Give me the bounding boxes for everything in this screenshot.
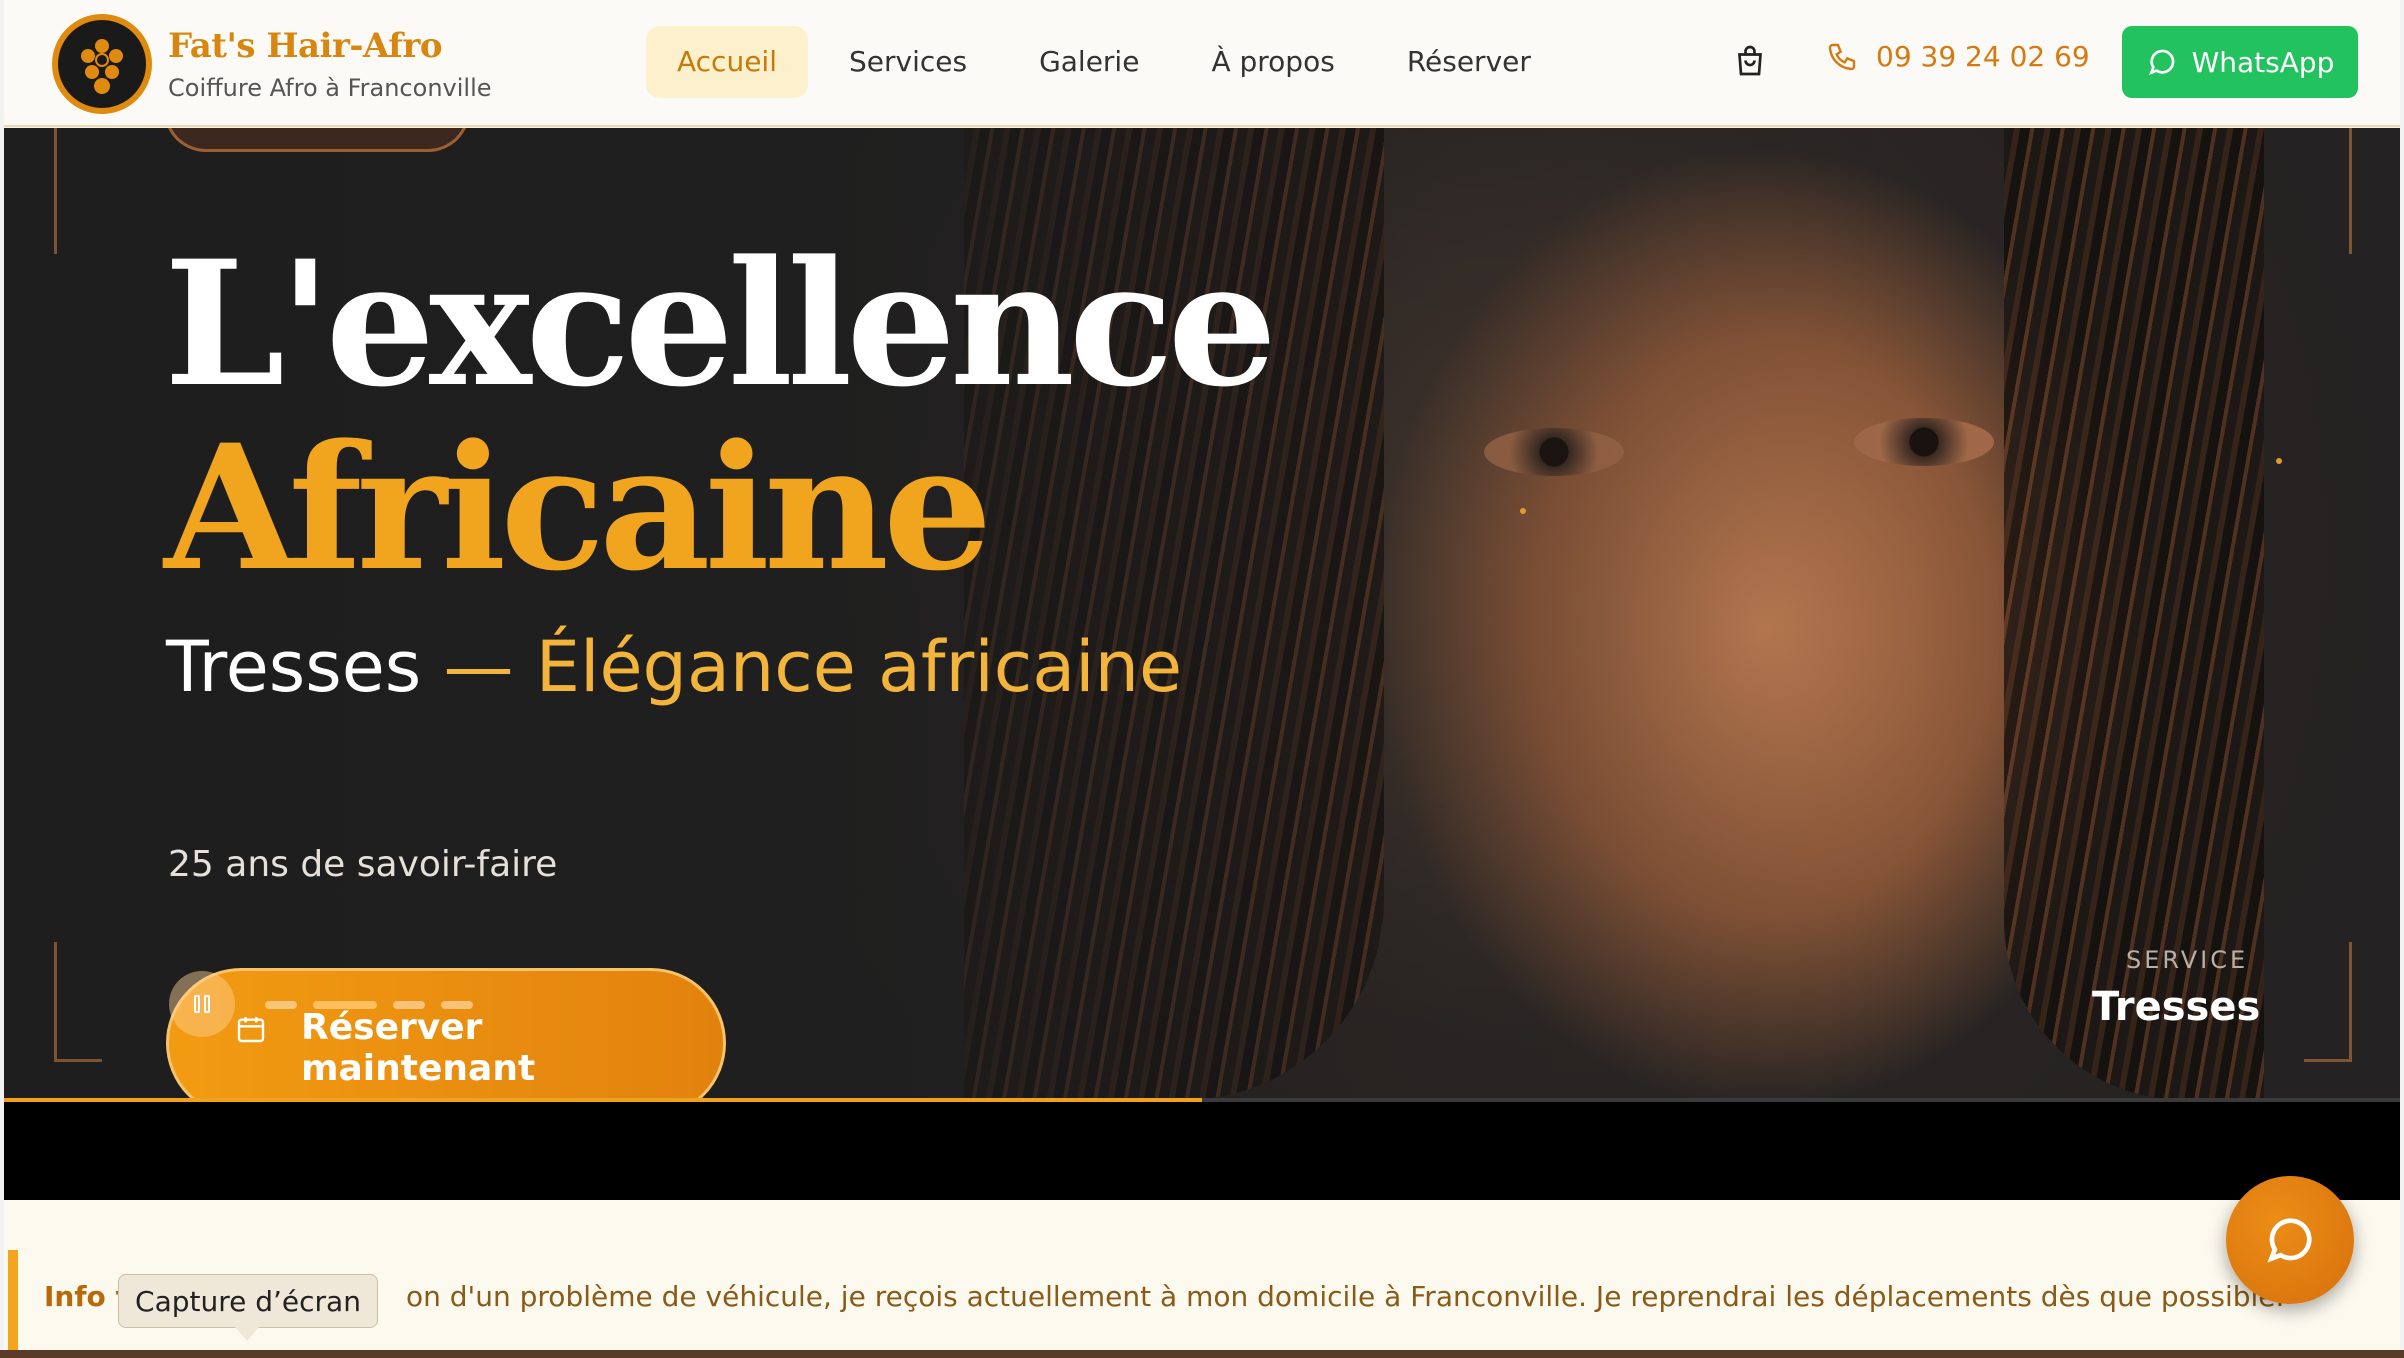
- phone-icon: [1828, 43, 1856, 70]
- info-banner-title: Info t: [44, 1280, 129, 1313]
- info-banner-accent: [8, 1250, 18, 1350]
- hero-subtitle-sep: —: [421, 626, 536, 708]
- frame-corner: [2304, 942, 2352, 1062]
- pause-icon: [194, 995, 210, 1013]
- nav-item-galerie[interactable]: Galerie: [1008, 26, 1170, 98]
- brand-name: Fat's Hair-Afro: [168, 26, 442, 66]
- chat-bubble-icon: [2148, 49, 2174, 75]
- nav-item-accueil[interactable]: Accueil: [646, 26, 808, 98]
- page-bottom-edge: [0, 1350, 2404, 1358]
- info-banner-text: on d'un problème de véhicule, je reçois …: [406, 1280, 2285, 1313]
- nav-item-reserver[interactable]: Réserver: [1376, 26, 1562, 98]
- phone-link[interactable]: 09 39 24 02 69: [1826, 40, 2090, 73]
- decor-dot: [1520, 508, 1526, 514]
- slide-indicator[interactable]: [265, 1001, 297, 1009]
- main-nav: Accueil Services Galerie À propos Réserv…: [646, 26, 1572, 98]
- service-caption-value: Tresses: [2092, 984, 2261, 1030]
- section-divider: [4, 1102, 2400, 1200]
- frame-corner: [2304, 128, 2352, 254]
- hero-headline-line2: Africaine: [164, 406, 992, 609]
- service-caption-label: SERVICE: [2126, 946, 2249, 974]
- book-now-label: Réserver maintenant: [301, 1007, 536, 1089]
- nav-item-a-propos[interactable]: À propos: [1180, 26, 1365, 98]
- chat-button[interactable]: [2226, 1176, 2354, 1304]
- calendar-icon: [237, 1017, 265, 1043]
- whatsapp-label: WhatsApp: [2191, 45, 2335, 79]
- phone-number: 09 39 24 02 69: [1876, 40, 2090, 73]
- flower-logo-icon: [52, 14, 152, 114]
- site-header: Fat's Hair-Afro Coiffure Afro à Franconv…: [4, 0, 2400, 127]
- shopping-bag-icon[interactable]: [1732, 44, 1768, 80]
- hero-subtitle-accent: Élégance africaine: [535, 626, 1183, 708]
- nav-item-services[interactable]: Services: [818, 26, 998, 98]
- hero-subtitle: Tresses — Élégance africaine: [166, 626, 1182, 708]
- pause-button[interactable]: [169, 971, 235, 1037]
- frame-corner: [54, 942, 102, 1062]
- hero-headline-line1: L'excellence: [164, 222, 1277, 425]
- brand-tagline: Coiffure Afro à Franconville: [168, 74, 492, 102]
- hero-subtitle-main: Tresses: [166, 626, 422, 708]
- brand-logo-link[interactable]: Fat's Hair-Afro Coiffure Afro à Franconv…: [52, 14, 492, 114]
- decor-dot: [2276, 458, 2282, 464]
- chat-bubble-icon: [2267, 1218, 2312, 1263]
- hero-years: 25 ans de savoir-faire: [168, 844, 558, 885]
- hero-slider: L'excellence Africaine Tresses — Éléganc…: [4, 128, 2400, 1100]
- hero-top-badge: [164, 128, 470, 152]
- book-now-button[interactable]: Réserver maintenant: [166, 968, 726, 1100]
- frame-corner: [54, 128, 102, 254]
- screenshot-tooltip: Capture d’écran: [118, 1274, 378, 1341]
- whatsapp-button[interactable]: WhatsApp: [2122, 26, 2358, 98]
